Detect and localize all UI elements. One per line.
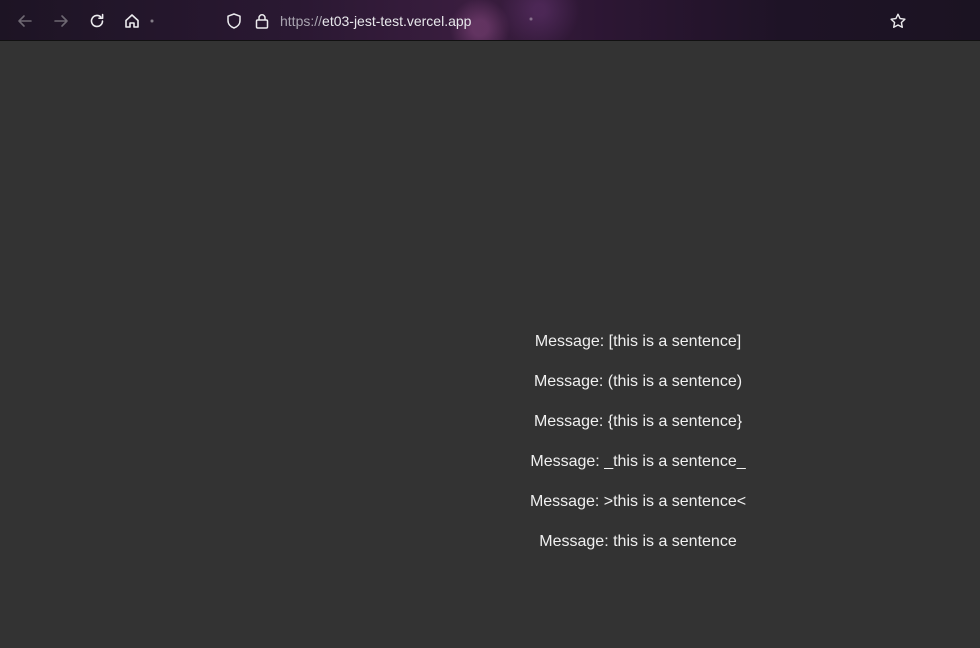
- url-text[interactable]: https://et03-jest-test.vercel.app: [280, 13, 471, 29]
- arrow-left-icon: [18, 15, 32, 27]
- shield-icon[interactable]: [222, 9, 246, 33]
- page-content: Message: [this is a sentence] Message: (…: [0, 41, 980, 648]
- message-plain: Message: this is a sentence: [539, 533, 737, 550]
- home-button[interactable]: [120, 9, 144, 33]
- message-angle-brackets: Message: >this is a sentence<: [529, 493, 747, 510]
- reload-button[interactable]: [85, 9, 109, 33]
- forward-button[interactable]: [49, 9, 73, 33]
- arrow-right-icon: [54, 15, 68, 27]
- message-square-brackets: Message: [this is a sentence]: [534, 333, 742, 350]
- address-bar[interactable]: https://et03-jest-test.vercel.app: [216, 6, 916, 35]
- message-list: Message: [this is a sentence] Message: (…: [438, 333, 838, 573]
- message-parentheses: Message: (this is a sentence): [533, 373, 743, 390]
- home-icon: [125, 14, 139, 28]
- url-scheme: https://: [280, 13, 323, 29]
- back-button[interactable]: [13, 9, 37, 33]
- bookmark-button[interactable]: [886, 9, 910, 33]
- url-host: et03-jest-test.vercel.app: [322, 13, 472, 29]
- browser-toolbar: https://et03-jest-test.vercel.app: [0, 0, 980, 41]
- message-underscores: Message: _this is a sentence_: [530, 453, 746, 470]
- reload-icon: [90, 13, 104, 28]
- lock-icon[interactable]: [250, 9, 274, 33]
- star-icon: [890, 13, 906, 28]
- message-curly-braces: Message: {this is a sentence}: [533, 413, 743, 430]
